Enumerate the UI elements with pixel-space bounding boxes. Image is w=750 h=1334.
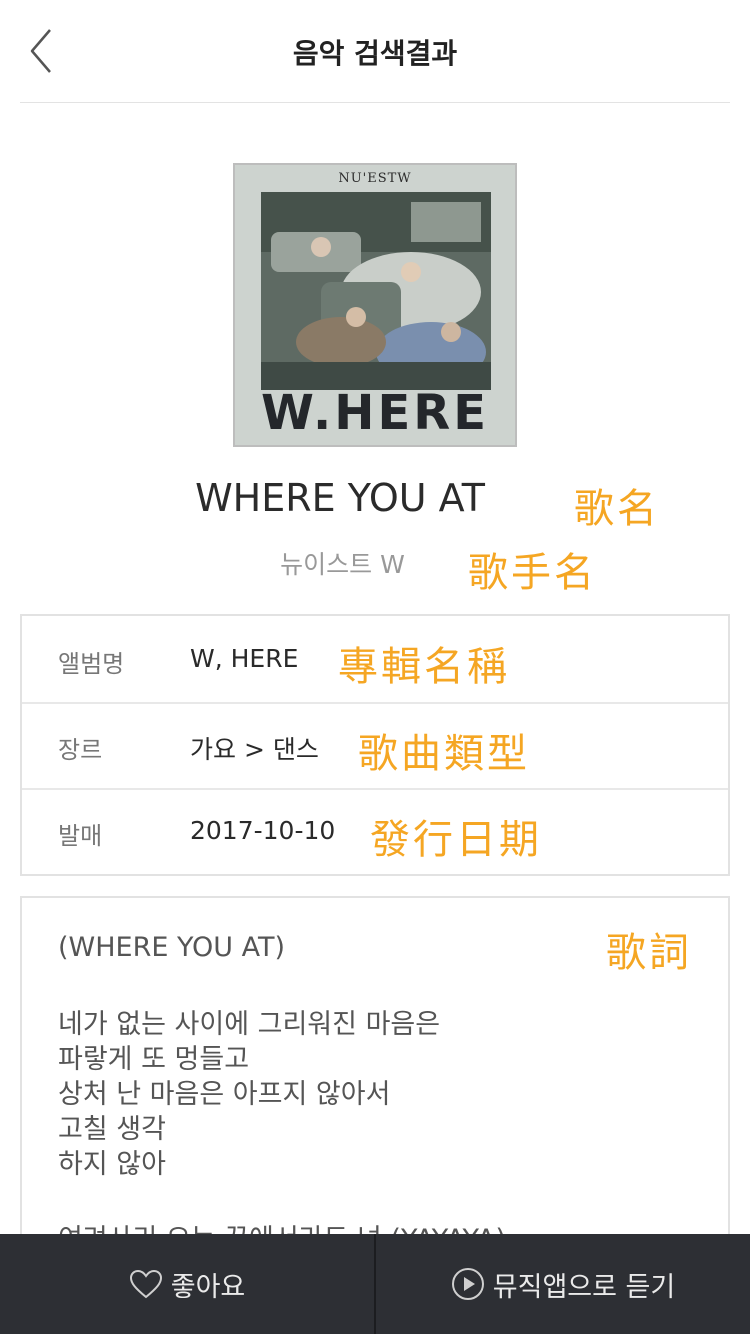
genre-value: 가요 > 댄스 xyxy=(190,735,319,764)
album-cover-brand: NU'ESTW xyxy=(338,171,412,186)
lyrics-heading: (WHERE YOU AT) xyxy=(58,932,286,963)
play-circle-icon xyxy=(451,1268,484,1300)
lyrics-line: 네가 없는 사이에 그리워진 마음은 xyxy=(58,1009,441,1040)
artist-row: 뉴이스트 W xyxy=(0,545,750,581)
song-title: WHERE YOU AT xyxy=(195,476,485,520)
release-label: 발매 xyxy=(58,822,103,850)
lyrics-line: 고칠 생각 xyxy=(58,1114,166,1145)
lyrics-line: 상처 난 마음은 아프지 않아서 xyxy=(58,1079,391,1110)
listen-in-music-app-button[interactable]: 뮤직앱으로 듣기 xyxy=(376,1234,750,1334)
annotation-release-date: 發行日期 xyxy=(370,817,542,863)
listen-label: 뮤직앱으로 듣기 xyxy=(492,1271,676,1303)
lyrics-line: 하지 않아 xyxy=(58,1149,166,1180)
page-title: 음악 검색결과 xyxy=(292,37,458,70)
annotation-album-name: 專輯名稱 xyxy=(338,644,510,690)
like-label: 좋아요 xyxy=(170,1271,246,1303)
album-value: W, HERE xyxy=(190,644,299,673)
release-value: 2017-10-10 xyxy=(190,816,336,845)
lyrics-line: 파랗게 또 멍들고 xyxy=(58,1044,250,1075)
bottom-action-bar: 좋아요 뮤직앱으로 듣기 xyxy=(0,1234,750,1334)
header: 음악 검색결과 xyxy=(0,0,750,103)
annotation-song-name: 歌名 xyxy=(574,486,660,532)
artist-name: 뉴이스트 W xyxy=(280,550,405,579)
annotation-lyrics: 歌詞 xyxy=(606,930,692,976)
like-button[interactable]: 좋아요 xyxy=(0,1234,374,1334)
header-divider xyxy=(20,102,730,103)
album-cover: NU'ESTW W.HERE xyxy=(233,163,517,447)
genre-label: 장르 xyxy=(58,736,103,764)
annotation-genre: 歌曲類型 xyxy=(358,731,530,777)
album-cover-wordmark: W.HERE xyxy=(261,385,489,441)
album-cover-photo xyxy=(261,192,491,390)
annotation-artist-name: 歌手名 xyxy=(468,550,597,596)
heart-outline-icon xyxy=(129,1269,162,1299)
album-label: 앨범명 xyxy=(58,650,125,678)
